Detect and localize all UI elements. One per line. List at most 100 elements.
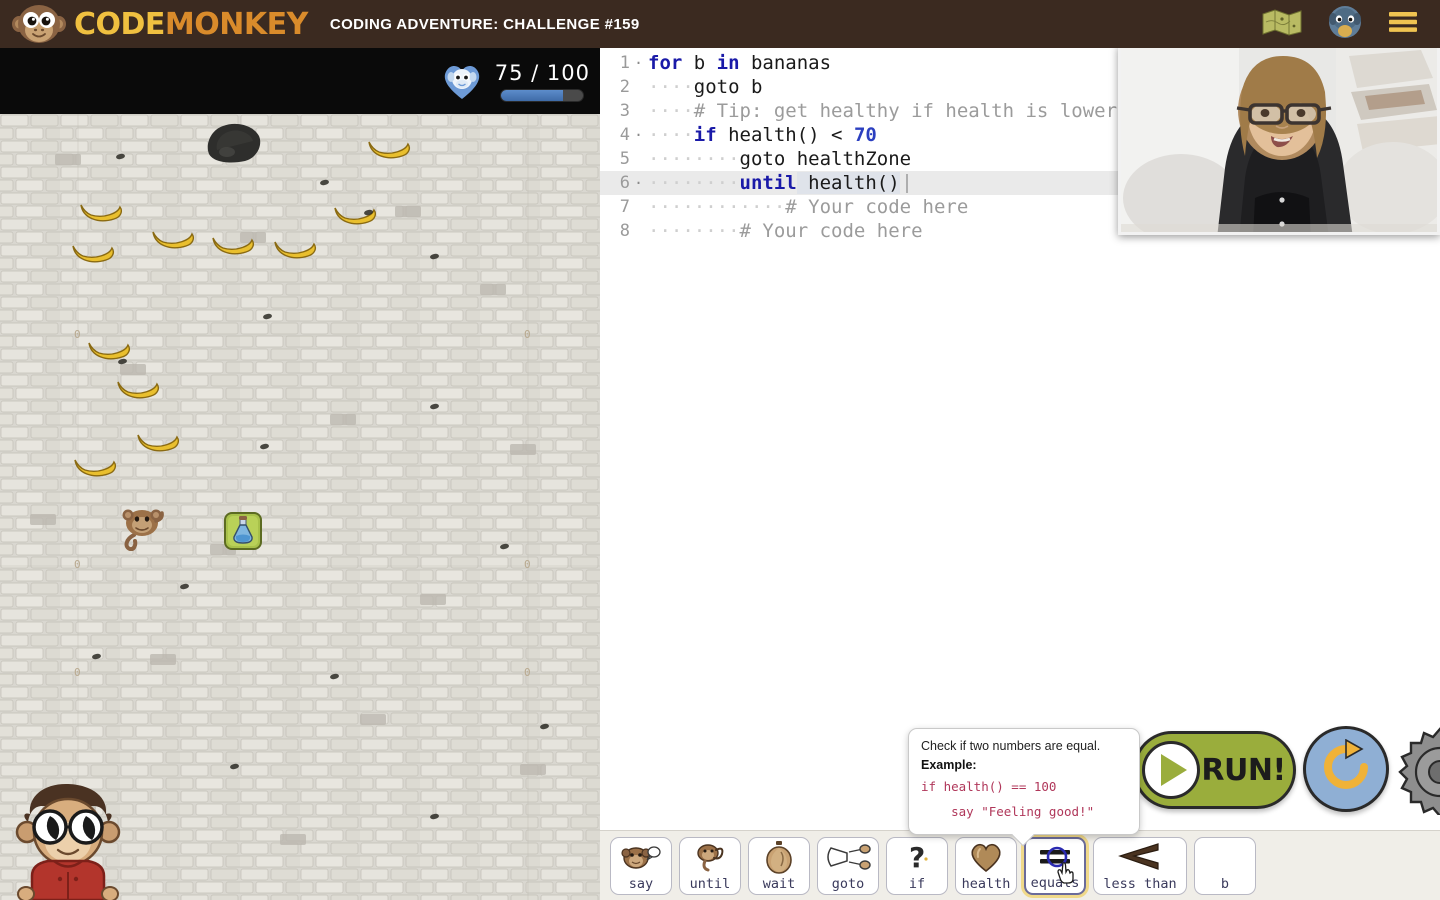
line-number: 2 — [619, 77, 630, 97]
block-equals[interactable]: equals — [1024, 836, 1086, 895]
code-token: ···· — [648, 76, 694, 98]
block-label: if — [908, 875, 926, 892]
avatar-icon[interactable] — [1328, 5, 1362, 44]
code-token: if — [693, 124, 717, 146]
video-frame — [1121, 48, 1437, 232]
health-bar — [500, 88, 585, 102]
code-text: ····if health() < 70 — [644, 123, 877, 147]
code-token: ········ — [648, 148, 740, 170]
banana-collectible — [366, 136, 412, 162]
code-text: ····goto b — [644, 75, 762, 99]
banana-collectible — [78, 199, 124, 225]
logo-text-code: CODE — [74, 6, 165, 42]
banana-collectible — [72, 454, 118, 480]
logo-wordmark: CODEMONKEY — [74, 7, 308, 42]
block-less-than[interactable]: less than — [1093, 836, 1187, 895]
top-bar: CODEMONKEY CODING ADVENTURE: CHALLENGE #… — [0, 0, 1440, 48]
banana-collectible — [115, 376, 161, 402]
code-token: in — [716, 52, 740, 74]
code-text: for b in bananas — [644, 51, 831, 75]
line-number: 4 — [619, 125, 630, 145]
heart-monkey-icon — [441, 61, 483, 101]
code-text: ····# Tip: get healthy if health is lowe… — [644, 99, 1117, 123]
block-goto[interactable]: goto — [817, 836, 879, 895]
code-token: # Your code here — [739, 220, 923, 242]
tooltip-example-label: Example: — [921, 758, 977, 772]
block-label: say — [628, 875, 654, 892]
svg-text:?: ? — [909, 841, 925, 873]
block-b[interactable]: b — [1194, 836, 1256, 895]
banana-collectible — [210, 232, 256, 258]
health-zone-potion-icon — [224, 512, 262, 550]
block-if[interactable]: ? if — [886, 836, 948, 895]
gear-icon — [1396, 727, 1440, 819]
monkey-player-sprite — [116, 499, 168, 552]
code-token: ········ — [648, 172, 740, 194]
codemonkey-logo[interactable]: CODEMONKEY — [0, 3, 308, 45]
monkey-loop-icon — [680, 838, 740, 877]
text-cursor — [905, 174, 908, 193]
line-number: 7 — [619, 197, 630, 217]
banana-collectible — [135, 429, 181, 455]
rock-obstacle — [203, 120, 263, 164]
code-token: health() — [796, 172, 900, 194]
game-panel: 75 / 100 0 0 0 0 0 0 — [0, 48, 600, 900]
line-number: 8 — [619, 221, 630, 241]
run-button-label: RUN! — [1201, 752, 1286, 788]
code-token: ···· — [648, 100, 694, 122]
block-wait[interactable]: wait — [748, 836, 810, 895]
block-health[interactable]: health — [955, 836, 1017, 895]
code-text: ········goto healthZone — [644, 147, 911, 171]
mouse-cursor-icon — [1056, 861, 1076, 885]
question-mark-icon: ? — [887, 838, 947, 877]
game-stage[interactable]: 0 0 0 0 0 0 — [0, 114, 600, 900]
refresh-icon — [1318, 738, 1374, 800]
banana-collectible — [332, 202, 378, 228]
health-score-text: 75 / 100 — [494, 60, 590, 85]
tooltip-description: Check if two numbers are equal. — [921, 739, 1101, 753]
block-label: less than — [1103, 875, 1177, 892]
code-token: goto b — [693, 76, 763, 98]
block-label: b — [1220, 875, 1230, 892]
fold-toggle-icon[interactable]: · — [634, 123, 644, 147]
code-token: ···· — [648, 124, 694, 146]
line-number: 1 — [619, 53, 630, 73]
variable-icon — [1195, 838, 1255, 877]
hamburger-menu-icon[interactable] — [1388, 11, 1418, 38]
reset-button[interactable] — [1303, 726, 1389, 812]
line-number: 5 — [619, 149, 630, 169]
logo-text-monkey: MONKEY — [164, 6, 308, 42]
block-label: wait — [762, 875, 796, 892]
block-label: until — [689, 875, 731, 892]
game-hud: 75 / 100 — [0, 48, 600, 114]
less-than-icon — [1094, 838, 1186, 877]
code-token: until — [739, 172, 797, 194]
code-token: bananas — [739, 52, 832, 74]
banana-collectible — [272, 236, 318, 262]
block-say[interactable]: say — [610, 836, 672, 895]
code-token: ············ — [648, 196, 786, 218]
block-label: goto — [831, 875, 865, 892]
banana-collectible — [70, 240, 116, 266]
line-number: 3 — [619, 101, 630, 121]
run-button[interactable]: RUN! — [1133, 731, 1296, 809]
block-tooltip: Check if two numbers are equal. Example:… — [908, 728, 1140, 847]
settings-button[interactable] — [1396, 727, 1440, 818]
fold-toggle-icon[interactable]: · — [634, 51, 644, 75]
monkey-logo-icon — [10, 3, 68, 45]
heart-icon — [956, 838, 1016, 877]
monkey-speech-icon — [611, 838, 671, 877]
map-icon[interactable] — [1262, 8, 1302, 41]
clock-icon — [749, 838, 809, 877]
code-token: goto healthZone — [739, 148, 912, 170]
monkey-avatar-glasses — [8, 780, 128, 900]
block-until[interactable]: until — [679, 836, 741, 895]
line-number: 6 — [619, 173, 630, 193]
play-icon — [1142, 741, 1200, 799]
topbar-actions — [1262, 5, 1440, 44]
code-token: ········ — [648, 220, 740, 242]
code-token: # Tip: get healthy if health is lower — [693, 100, 1118, 122]
fold-toggle-icon[interactable]: · — [634, 171, 644, 195]
instructor-video-overlay[interactable] — [1118, 45, 1440, 235]
tooltip-example-line-1: if health() == 100 — [921, 779, 1057, 794]
